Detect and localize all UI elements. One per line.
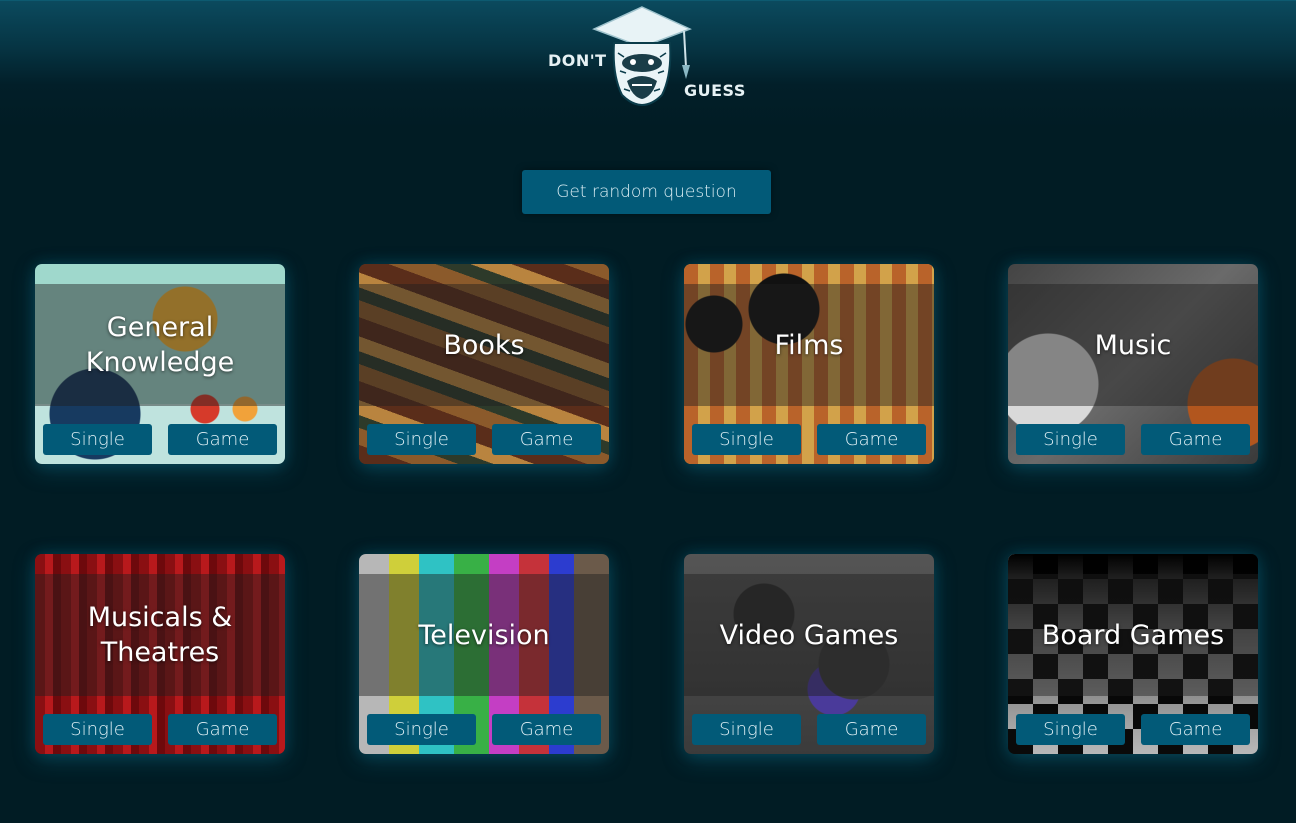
game-button[interactable]: Game (817, 714, 926, 745)
single-button[interactable]: Single (367, 714, 476, 745)
category-card-general-knowledge: General Knowledge Single Game (35, 264, 285, 464)
game-button[interactable]: Game (492, 424, 601, 455)
gorilla-graduate-icon (592, 6, 692, 106)
game-button[interactable]: Game (1141, 424, 1250, 455)
category-title: General Knowledge (85, 312, 235, 378)
game-button[interactable]: Game (492, 714, 601, 745)
single-button[interactable]: Single (367, 424, 476, 455)
logo-word-guess: GUESS (684, 81, 746, 100)
header: DON'T GUESS (0, 0, 1296, 130)
category-card-television: Television Single Game (359, 554, 609, 754)
category-title: Board Games (1041, 619, 1225, 651)
category-card-music: Music Single Game (1008, 264, 1258, 464)
logo[interactable]: DON'T GUESS (540, 5, 760, 117)
game-button[interactable]: Game (168, 714, 277, 745)
category-card-musicals-theatres: Musicals & Theatres Single Game (35, 554, 285, 754)
category-title: Television (418, 619, 550, 651)
category-card-books: Books Single Game (359, 264, 609, 464)
category-title: Books (443, 329, 525, 361)
category-card-films: Films Single Game (684, 264, 934, 464)
single-button[interactable]: Single (692, 714, 801, 745)
category-title: Films (774, 329, 844, 361)
category-title: Video Games (719, 619, 899, 651)
get-random-question-button[interactable]: Get random question (522, 170, 771, 214)
game-button[interactable]: Game (168, 424, 277, 455)
single-button[interactable]: Single (43, 714, 152, 745)
single-button[interactable]: Single (1016, 714, 1125, 745)
category-card-video-games: Video Games Single Game (684, 554, 934, 754)
category-card-board-games: Board Games Single Game (1008, 554, 1258, 754)
single-button[interactable]: Single (692, 424, 801, 455)
category-title: Musicals & Theatres (87, 602, 233, 668)
game-button[interactable]: Game (817, 424, 926, 455)
single-button[interactable]: Single (1016, 424, 1125, 455)
single-button[interactable]: Single (43, 424, 152, 455)
category-title: Music (1094, 329, 1172, 361)
game-button[interactable]: Game (1141, 714, 1250, 745)
